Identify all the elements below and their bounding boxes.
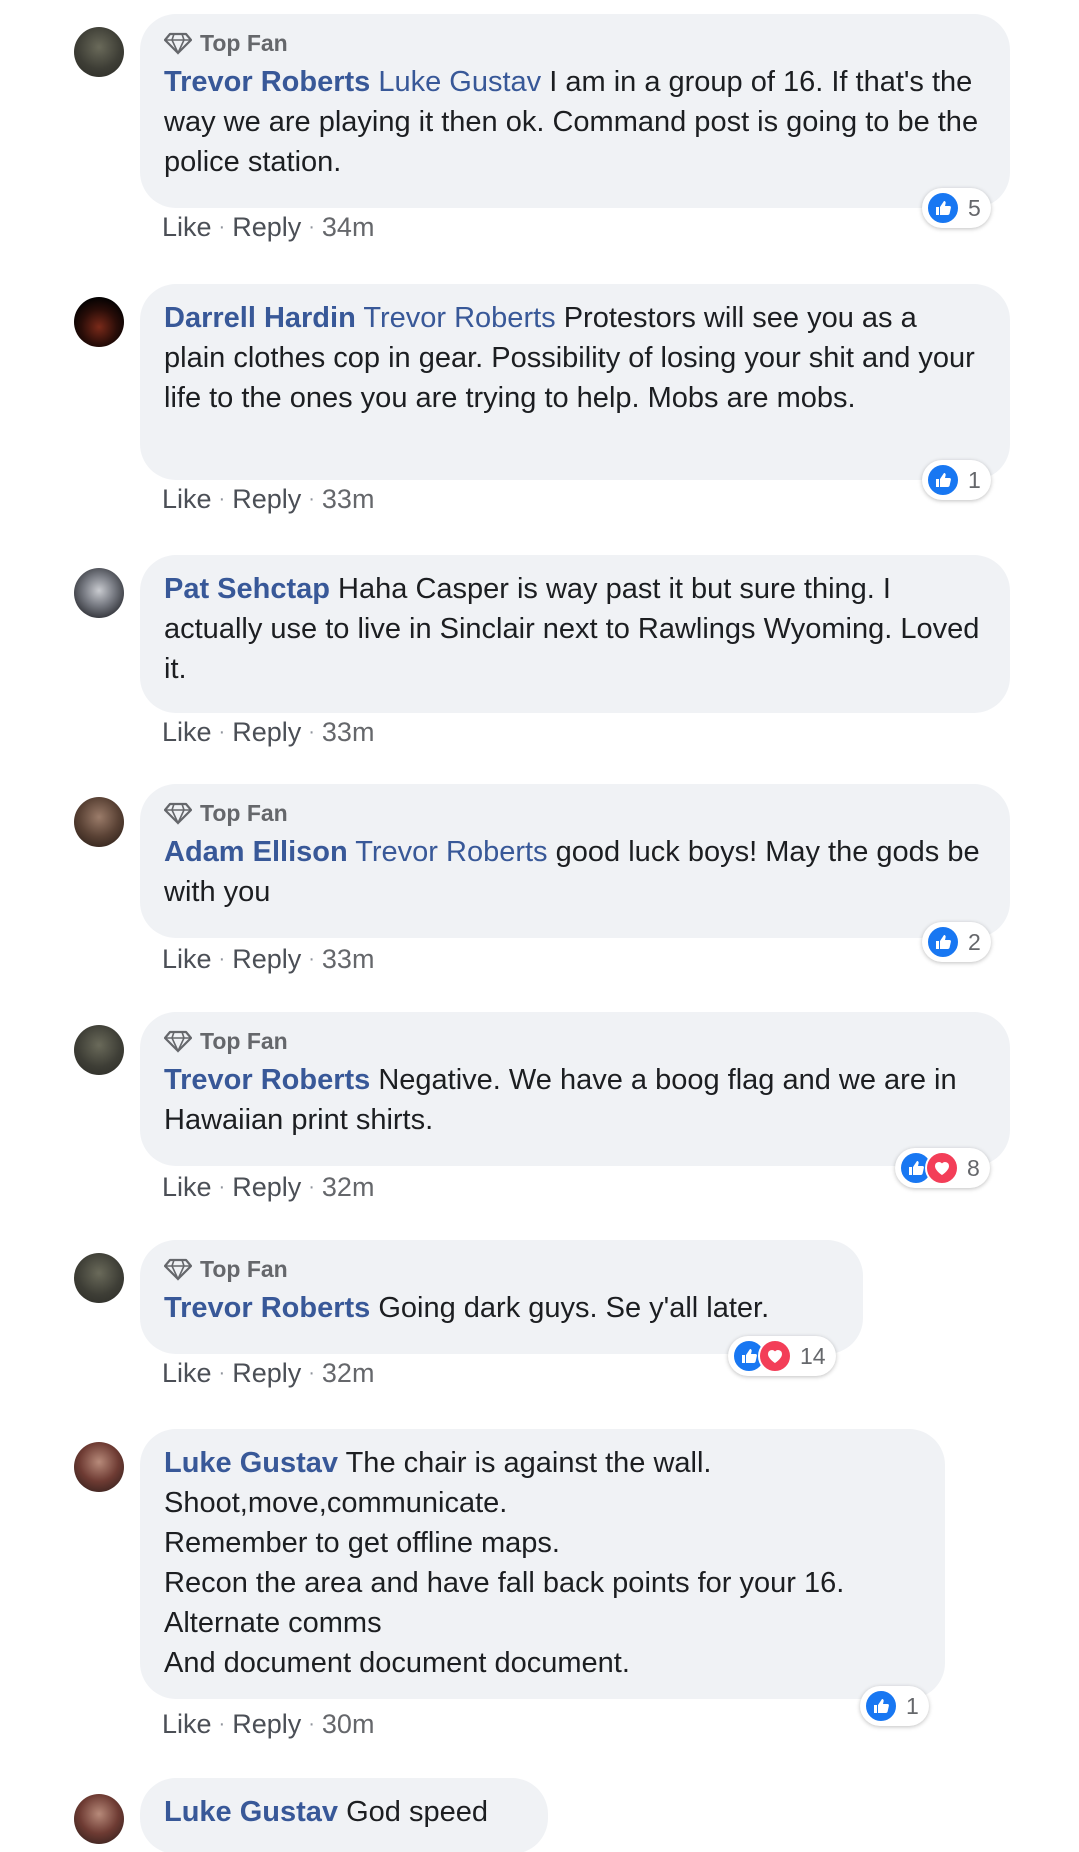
top-fan-badge: Top Fan [164,1254,839,1284]
comment-text: Luke Gustav The chair is against the wal… [164,1443,921,1683]
reply-link[interactable]: Reply [232,1358,301,1389]
comment-bubble: Darrell Hardin Trevor Roberts Protestors… [140,284,1010,480]
top-fan-badge: Top Fan [164,1026,986,1056]
comment-actions: Like · Reply · 33m [162,717,375,748]
comment-bubble: Pat Sehctap Haha Casper is way past it b… [140,555,1010,713]
timestamp[interactable]: 30m [322,1709,375,1740]
like-reaction-icon [864,1689,898,1723]
like-link[interactable]: Like [162,1709,212,1740]
comment-bubble: Top Fan Adam Ellison Trevor Roberts good… [140,784,1010,938]
comment-author[interactable]: Pat Sehctap [164,573,330,605]
comment-text: Pat Sehctap Haha Casper is way past it b… [164,569,986,689]
comment-actions: Like · Reply · 30m [162,1709,375,1740]
reaction-summary[interactable]: 14 [728,1336,836,1376]
reaction-summary[interactable]: 8 [895,1148,990,1188]
like-reaction-icon [926,463,960,497]
top-fan-badge: Top Fan [164,798,986,828]
reaction-summary[interactable]: 5 [922,188,991,228]
timestamp[interactable]: 33m [322,944,375,975]
comment-actions: Like · Reply · 32m [162,1172,375,1203]
top-fan-label: Top Fan [200,1255,288,1282]
top-fan-label: Top Fan [200,1027,288,1054]
diamond-icon [164,1258,192,1281]
love-reaction-icon [925,1151,959,1185]
reply-link[interactable]: Reply [232,717,301,748]
top-fan-label: Top Fan [200,799,288,826]
reaction-summary[interactable]: 2 [922,922,991,962]
avatar[interactable] [74,797,124,847]
like-link[interactable]: Like [162,1358,212,1389]
comment-bubble: Luke Gustav The chair is against the wal… [140,1429,945,1699]
reply-link[interactable]: Reply [232,944,301,975]
avatar[interactable] [74,297,124,347]
like-link[interactable]: Like [162,484,212,515]
comment-actions: Like · Reply · 32m [162,1358,375,1389]
diamond-icon [164,32,192,55]
tagged-user[interactable]: Trevor Roberts [363,302,555,334]
reaction-count: 2 [968,928,981,955]
avatar[interactable] [74,1442,124,1492]
avatar[interactable] [74,1253,124,1303]
reply-link[interactable]: Reply [232,212,301,243]
like-link[interactable]: Like [162,212,212,243]
reaction-count: 5 [968,194,981,221]
avatar[interactable] [74,1025,124,1075]
comment-text: Trevor Roberts Negative. We have a boog … [164,1060,986,1140]
reply-link[interactable]: Reply [232,1172,301,1203]
reply-link[interactable]: Reply [232,1709,301,1740]
tagged-user[interactable]: Luke Gustav [378,66,541,98]
reaction-count: 1 [906,1692,919,1719]
comment-author[interactable]: Trevor Roberts [164,66,370,98]
comment-body: Going dark guys. Se y'all later. [370,1292,770,1324]
avatar[interactable] [74,568,124,618]
diamond-icon [164,1030,192,1053]
comment-author[interactable]: Trevor Roberts [164,1292,370,1324]
comment-actions: Like · Reply · 33m [162,944,375,975]
like-link[interactable]: Like [162,717,212,748]
comment-actions: Like · Reply · 34m [162,212,375,243]
comment-actions: Like · Reply · 33m [162,484,375,515]
comment-text: Trevor Roberts Going dark guys. Se y'all… [164,1288,839,1328]
love-reaction-icon [758,1339,792,1373]
top-fan-badge: Top Fan [164,28,986,58]
reaction-summary[interactable]: 1 [860,1686,929,1726]
comment-author[interactable]: Trevor Roberts [164,1064,370,1096]
timestamp[interactable]: 33m [322,484,375,515]
timestamp[interactable]: 33m [322,717,375,748]
comment-body: God speed [338,1796,489,1828]
avatar[interactable] [74,27,124,77]
comment-text: Luke Gustav God speed [164,1792,524,1832]
avatar[interactable] [74,1794,124,1844]
comment-bubble: Top Fan Trevor Roberts Luke Gustav I am … [140,14,1010,208]
comment-author[interactable]: Luke Gustav [164,1447,338,1479]
tagged-user[interactable]: Trevor Roberts [355,836,547,868]
comment-author[interactable]: Darrell Hardin [164,302,356,334]
timestamp[interactable]: 32m [322,1358,375,1389]
comment-author[interactable]: Adam Ellison [164,836,348,868]
top-fan-label: Top Fan [200,29,288,56]
diamond-icon [164,802,192,825]
comment-body: The chair is against the wall. Shoot,mov… [164,1447,845,1679]
like-link[interactable]: Like [162,944,212,975]
comment-bubble: Luke Gustav God speed [140,1778,548,1852]
comment-text: Adam Ellison Trevor Roberts good luck bo… [164,832,986,912]
reaction-count: 8 [967,1154,980,1181]
reaction-summary[interactable]: 1 [922,460,991,500]
reaction-count: 14 [800,1342,826,1369]
like-link[interactable]: Like [162,1172,212,1203]
comment-text: Trevor Roberts Luke Gustav I am in a gro… [164,62,986,182]
timestamp[interactable]: 32m [322,1172,375,1203]
timestamp[interactable]: 34m [322,212,375,243]
comment-text: Darrell Hardin Trevor Roberts Protestors… [164,298,986,418]
reaction-count: 1 [968,466,981,493]
comment-author[interactable]: Luke Gustav [164,1796,338,1828]
like-reaction-icon [926,925,960,959]
comment-bubble: Top Fan Trevor Roberts Negative. We have… [140,1012,1010,1166]
like-reaction-icon [926,191,960,225]
reply-link[interactable]: Reply [232,484,301,515]
